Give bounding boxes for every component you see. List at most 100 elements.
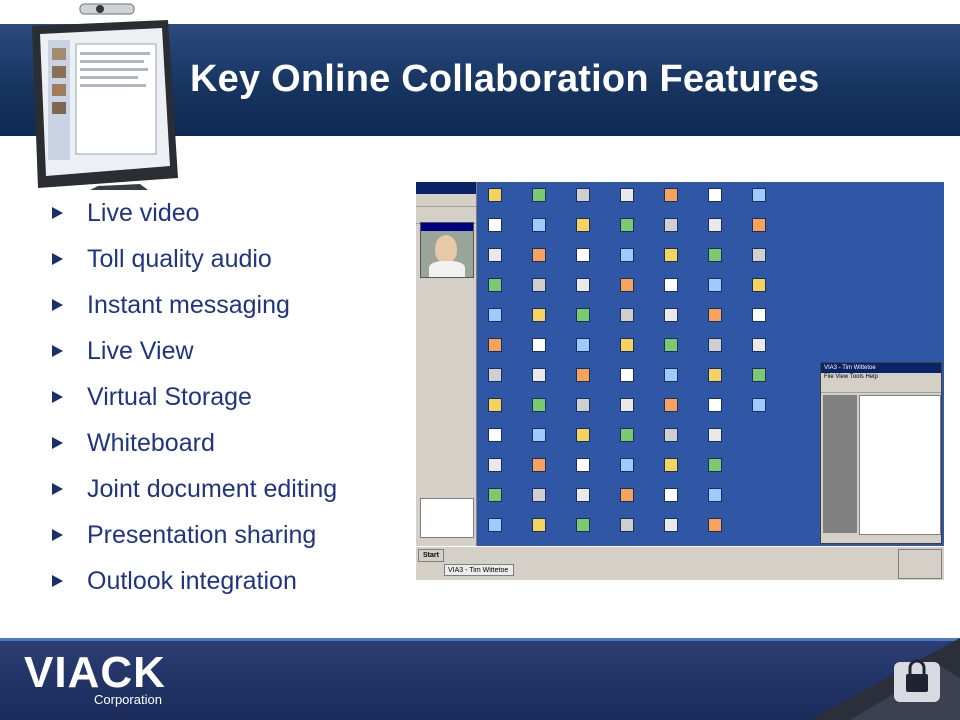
desktop-file-icon[interactable] [664, 398, 678, 412]
desktop-file-icon[interactable] [576, 338, 590, 352]
desktop-file-icon[interactable] [488, 398, 502, 412]
desktop-file-icon[interactable] [576, 308, 590, 322]
desktop-file-icon[interactable] [576, 518, 590, 532]
desktop-file-icon[interactable] [752, 338, 766, 352]
desktop-file-icon[interactable] [708, 218, 722, 232]
bullet-arrow-icon [52, 299, 63, 311]
desktop-file-icon[interactable] [532, 248, 546, 262]
desktop-file-icon[interactable] [664, 488, 678, 502]
bullet-arrow-icon [52, 529, 63, 541]
desktop-file-icon[interactable] [576, 398, 590, 412]
desktop-file-icon[interactable] [664, 278, 678, 292]
desktop-file-icon[interactable] [576, 488, 590, 502]
desktop-file-icon[interactable] [664, 458, 678, 472]
desktop-file-icon[interactable] [532, 218, 546, 232]
desktop-file-icon[interactable] [488, 248, 502, 262]
desktop-file-icon[interactable] [708, 518, 722, 532]
desktop-file-icon[interactable] [532, 338, 546, 352]
desktop-file-icon[interactable] [664, 368, 678, 382]
desktop-file-icon[interactable] [488, 488, 502, 502]
desktop-file-icon[interactable] [620, 308, 634, 322]
contact-list-panel [420, 498, 474, 538]
via3-window-title: VIA3 - Tim Wittetoe [821, 363, 941, 373]
desktop-file-icon[interactable] [576, 458, 590, 472]
desktop-file-icon[interactable] [532, 458, 546, 472]
desktop-file-icon[interactable] [488, 428, 502, 442]
desktop-file-icon[interactable] [752, 368, 766, 382]
desktop-file-icon[interactable] [752, 188, 766, 202]
desktop-file-icon[interactable] [708, 308, 722, 322]
desktop-file-icon[interactable] [532, 398, 546, 412]
list-item: Outlook integration [52, 558, 337, 604]
desktop-file-icon[interactable] [532, 278, 546, 292]
desktop-file-icon[interactable] [620, 428, 634, 442]
desktop-file-icon[interactable] [620, 458, 634, 472]
desktop-file-icon[interactable] [620, 188, 634, 202]
via3-contact-tree [859, 395, 941, 535]
list-item: Toll quality audio [52, 236, 337, 282]
user-face-icon [435, 235, 457, 263]
desktop-file-icon[interactable] [532, 368, 546, 382]
desktop-file-icon[interactable] [532, 518, 546, 532]
desktop-file-icon[interactable] [488, 278, 502, 292]
desktop-file-icon[interactable] [620, 518, 634, 532]
list-item: Live video [52, 190, 337, 236]
desktop-file-icon[interactable] [708, 458, 722, 472]
desktop-file-icon[interactable] [488, 308, 502, 322]
desktop-file-icon[interactable] [664, 428, 678, 442]
via3-menu: File View Tools Help [824, 374, 878, 380]
slide-title: Key Online Collaboration Features [190, 58, 820, 100]
desktop-file-icon[interactable] [620, 278, 634, 292]
desktop-file-icon[interactable] [664, 188, 678, 202]
list-item: Live View [52, 328, 337, 374]
bullet-arrow-icon [52, 207, 63, 219]
desktop-file-icon[interactable] [708, 488, 722, 502]
desktop-file-icon[interactable] [620, 488, 634, 502]
desktop-file-icon[interactable] [708, 338, 722, 352]
desktop-file-icon[interactable] [488, 518, 502, 532]
desktop-file-icon[interactable] [664, 308, 678, 322]
desktop-file-icon[interactable] [664, 248, 678, 262]
desktop-file-icon[interactable] [708, 278, 722, 292]
desktop-file-icon[interactable] [532, 488, 546, 502]
desktop-file-icon[interactable] [532, 428, 546, 442]
via3-left-pane [416, 182, 477, 546]
monitor-illustration [32, 3, 178, 190]
desktop-file-icon[interactable] [488, 458, 502, 472]
desktop-file-icon[interactable] [488, 368, 502, 382]
desktop-file-icon[interactable] [576, 428, 590, 442]
desktop-file-icon[interactable] [752, 398, 766, 412]
desktop-file-icon[interactable] [488, 338, 502, 352]
desktop-file-icon[interactable] [708, 368, 722, 382]
my-video-panel [420, 222, 474, 278]
desktop-file-icon[interactable] [576, 188, 590, 202]
desktop-file-icon[interactable] [664, 218, 678, 232]
desktop-file-icon[interactable] [620, 248, 634, 262]
desktop-file-icon[interactable] [708, 248, 722, 262]
keyboard-lock-image [810, 638, 960, 720]
desktop-file-icon[interactable] [576, 218, 590, 232]
feature-list: Live video Toll quality audio Instant me… [52, 190, 337, 604]
desktop-file-icon[interactable] [576, 248, 590, 262]
desktop-file-icon[interactable] [664, 518, 678, 532]
desktop-file-icon[interactable] [532, 188, 546, 202]
desktop-file-icon[interactable] [708, 428, 722, 442]
desktop-file-icon[interactable] [664, 338, 678, 352]
desktop-file-icon[interactable] [620, 398, 634, 412]
desktop-file-icon[interactable] [752, 278, 766, 292]
desktop-file-icon[interactable] [620, 368, 634, 382]
desktop-file-icon[interactable] [708, 188, 722, 202]
list-item: Whiteboard [52, 420, 337, 466]
desktop-file-icon[interactable] [752, 248, 766, 262]
desktop-file-icon[interactable] [532, 308, 546, 322]
desktop-file-icon[interactable] [752, 218, 766, 232]
desktop-file-icon[interactable] [488, 218, 502, 232]
desktop-file-icon[interactable] [752, 308, 766, 322]
desktop-file-icon[interactable] [620, 218, 634, 232]
via3-window: VIA3 - Tim Wittetoe File View Tools Help [820, 362, 942, 544]
desktop-file-icon[interactable] [576, 368, 590, 382]
desktop-file-icon[interactable] [488, 188, 502, 202]
desktop-file-icon[interactable] [708, 398, 722, 412]
desktop-file-icon[interactable] [576, 278, 590, 292]
desktop-file-icon[interactable] [620, 338, 634, 352]
